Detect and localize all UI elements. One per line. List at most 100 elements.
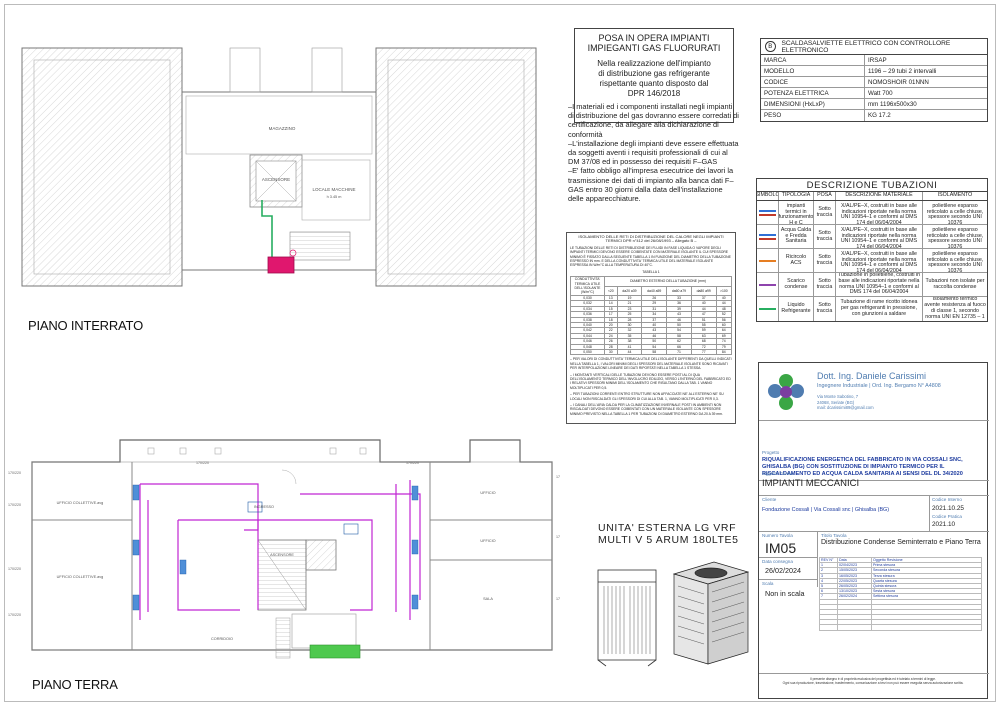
- tubazioni-isolamento: Isolamento termico in polietilene espans…: [926, 249, 984, 272]
- svg-text:170/220: 170/220: [556, 535, 560, 539]
- tubazioni-tipologia: Liquido Refrigerante: [779, 297, 814, 321]
- room-terra-ufficio-1: UFFICIO: [480, 491, 495, 495]
- data-consegna-label: Data consegna: [762, 559, 793, 564]
- unita-esterna-drawings: [597, 561, 750, 667]
- svg-text:170/220: 170/220: [8, 503, 21, 507]
- scaldasalviette-badge: B: [765, 41, 776, 52]
- tubazioni-posa: Sotto traccia: [814, 297, 836, 321]
- svg-text:170/220: 170/220: [556, 475, 560, 479]
- tubazioni-descrizione: Tubazione in multistrato PE–X/AL/PE–X, c…: [836, 201, 923, 224]
- posa-note-1: –I materiali ed i componenti installati …: [568, 102, 739, 139]
- tubazioni-tipologia: Circuito impianti termici in funzionamen…: [779, 201, 814, 224]
- title-block: Dott. Ing. Daniele Carissimi Ingegnere I…: [758, 362, 989, 699]
- posa-sub-3: rispettante quanto disposto dal: [599, 79, 709, 88]
- room-ascensore-interrato: ASCENSORE: [262, 177, 290, 182]
- footer-note: Il presente disegno è di proprietà esclu…: [782, 677, 964, 685]
- isolamento-table-label: TABELLA 1: [642, 269, 660, 274]
- room-locale-macchine: LOCALE MACCHINE: [312, 187, 355, 192]
- tubazioni-descrizione: Tubazione in multistrato PE–X/AL/PE–X, c…: [836, 225, 923, 248]
- scaldasalviette-table: B SCALDASALVIETTE ELETTRICO CON CONTROLL…: [760, 38, 988, 122]
- codice-pratica: 2021.10: [932, 521, 956, 528]
- tubazioni-row: Circuito impianti termici in funzionamen…: [757, 201, 987, 225]
- isolamento-block: ISOLAMENTO DELLE RETI DI DISTRIBUZIONE D…: [566, 232, 736, 424]
- posa-sub-2: di distribuzione gas refrigerante: [598, 69, 710, 78]
- revision-table: REV N° Data Oggetto Revisione 1 02/04/202…: [819, 556, 982, 631]
- pipe-symbol-icon: [759, 283, 776, 286]
- tubazioni-posa: Sotto traccia: [814, 225, 836, 248]
- posa-notes: –I materiali ed i componenti installati …: [568, 102, 740, 203]
- plan-terra: 170/220 170/220 170/220 170/220 170/220 170…: [8, 439, 560, 659]
- oggetto-label: Oggetto Tavola: [762, 471, 793, 476]
- progetto-label: Progetto: [762, 450, 780, 455]
- pipe-symbol-icon: [759, 213, 776, 216]
- codice-interno-label: Codice Interno: [932, 497, 962, 502]
- engineer-subtitle: Ingegnere Industriale | Ord. Ing. Bergam…: [817, 383, 941, 389]
- scala-value: Non in scala: [765, 589, 805, 598]
- plan-interrato: [21, 47, 537, 287]
- scald-row: POTENZA ELETTRICA Watt 700: [761, 88, 987, 99]
- svg-text:170/220: 170/220: [406, 461, 419, 465]
- label-piano-terra: PIANO TERRA: [32, 677, 118, 692]
- tubazioni-tipologia: Scarico condense: [779, 273, 814, 296]
- engineer-header: Dott. Ing. Daniele Carissimi Ingegnere I…: [759, 363, 989, 421]
- tubazioni-descrizione: Tubazione di rame ricotto idonea per gas…: [836, 297, 923, 321]
- posa-title-1: POSA IN OPERA IMPIANTI: [598, 33, 710, 43]
- room-terra-1: UFFICIO COLLETTIVE.avg: [57, 501, 104, 505]
- room-terra-ufficio-2: UFFICIO: [480, 539, 495, 543]
- scaldasalviette-title: SCALDASALVIETTE ELETTRICO CON CONTROLLOR…: [781, 39, 951, 54]
- data-consegna: 26/02/2024: [765, 566, 801, 575]
- engineer-logo-icon: [768, 374, 804, 410]
- room-magazzino: MAGAZZINO: [269, 126, 296, 131]
- isolamento-text-2: – PER VALORI DI CONDUTTIVITA' TERMICA UT…: [570, 357, 732, 371]
- numero-tavola: IM05: [765, 540, 797, 556]
- tubazioni-tipologia: Ricircolo ACS: [779, 249, 814, 272]
- cliente-label: Cliente: [762, 497, 777, 502]
- engineer-name: Dott. Ing. Daniele Carissimi: [817, 371, 927, 381]
- isolamento-text-1: LE TUBAZIONI DELLE RETI DI DISTRIBUZIONE…: [570, 245, 731, 268]
- tubazioni-row: Liquido Refrigerante Sotto traccia Tubaz…: [757, 297, 987, 321]
- posa-note-3: –E' fatto obbligo all'impresa esecutrice…: [568, 166, 734, 204]
- tubazioni-posa: Sotto traccia: [814, 273, 836, 296]
- scald-row: MARCA IRSAP: [761, 55, 987, 66]
- tubazioni-header: SIMBOLO TIPOLOGIA POSA DESCRIZIONE MATER…: [757, 192, 987, 201]
- floor-plans: MAGAZZINO ASCENSORE LOCALE MACCHINE h 3.…: [8, 47, 560, 659]
- posa-sub-4: DPR 146/2018: [627, 89, 681, 98]
- isolamento-table: CONDUTTIVITA' TERMICA UTILE DELL'ISOLANT…: [570, 276, 733, 356]
- tubazioni-isolamento: Tubazioni non isolate per raccolta conde…: [925, 277, 985, 290]
- scala-label: Scala: [762, 581, 774, 586]
- room-terra-sala: SALA: [483, 597, 493, 601]
- cliente-text: Fondazione Cossali | Via Cossali snc | G…: [762, 507, 890, 513]
- tubazioni-posa: Sotto traccia: [814, 201, 836, 224]
- scald-row: PESO KG 17.2: [761, 110, 987, 121]
- pipe-symbol-icon: [759, 237, 776, 240]
- isolamento-row: 0,050 30 44 58 71 77 84: [570, 348, 733, 356]
- unita-esterna-line-2: MULTI V 5 ARUM 180LTE5: [598, 534, 739, 546]
- isolamento-text-4: – PER TUBAZIONI CORRENTI ENTRO STRUTTURE…: [570, 392, 724, 401]
- room-terra-ascensore: ASCENSORE: [270, 553, 294, 557]
- tubazioni-isolamento: Isolamento termico avente resistenza al …: [924, 297, 986, 320]
- isolamento-title: ISOLAMENTO DELLE RETI DI DISTRIBUZIONE D…: [578, 234, 724, 244]
- svg-text:170/220: 170/220: [8, 471, 21, 475]
- tubazioni-isolamento: Isolamento termico in polietilene espans…: [926, 201, 984, 224]
- svg-text:170/220: 170/220: [196, 461, 209, 465]
- engineer-address: Via Monte Sabotino, 7 24068, Seriate (BG…: [817, 394, 874, 411]
- tubazioni-isolamento: Isolamento termico in polietilene espans…: [926, 225, 984, 248]
- tubazioni-row: Scarico condense Sotto traccia Tubazione…: [757, 273, 987, 297]
- room-locale-height: h 3.45 m: [327, 195, 342, 199]
- codice-pratica-label: Codice Pratica: [932, 514, 962, 519]
- oggetto-text: IMPIANTI MECCANICI: [762, 478, 860, 489]
- tubazioni-row: Acqua Calda e Fredda Sanitaria Sotto tra…: [757, 225, 987, 249]
- scald-row: MODELLO 1196 – 29 tubi 2 intervalli: [761, 66, 987, 77]
- tubazioni-descrizione: Tubazione in polietilene, costruiti in b…: [836, 273, 923, 296]
- unita-esterna-title: UNITA' ESTERNA LG VRF MULTI V 5 ARUM 180…: [598, 522, 739, 546]
- room-terra-2: UFFICIO COLLETTIVE.avg: [57, 575, 104, 579]
- posa-title-2: IMPIEGANTI GAS FLUORURATI: [587, 43, 721, 53]
- svg-text:170/220: 170/220: [556, 597, 560, 601]
- room-terra-corridoio: CORRIDOIO: [211, 637, 233, 641]
- isolamento-text-5: – I CANALI DELL'ARIA CALDA PER LA CLIMAT…: [570, 403, 723, 416]
- svg-text:170/220: 170/220: [8, 567, 21, 571]
- titolo-tavola-label: Titolo Tavola: [821, 533, 847, 538]
- tubazioni-title: DESCRIZIONE TUBAZIONI: [757, 179, 987, 192]
- unit-front-view: [597, 569, 657, 667]
- tubazioni-table: DESCRIZIONE TUBAZIONI SIMBOLO TIPOLOGIA …: [756, 178, 988, 322]
